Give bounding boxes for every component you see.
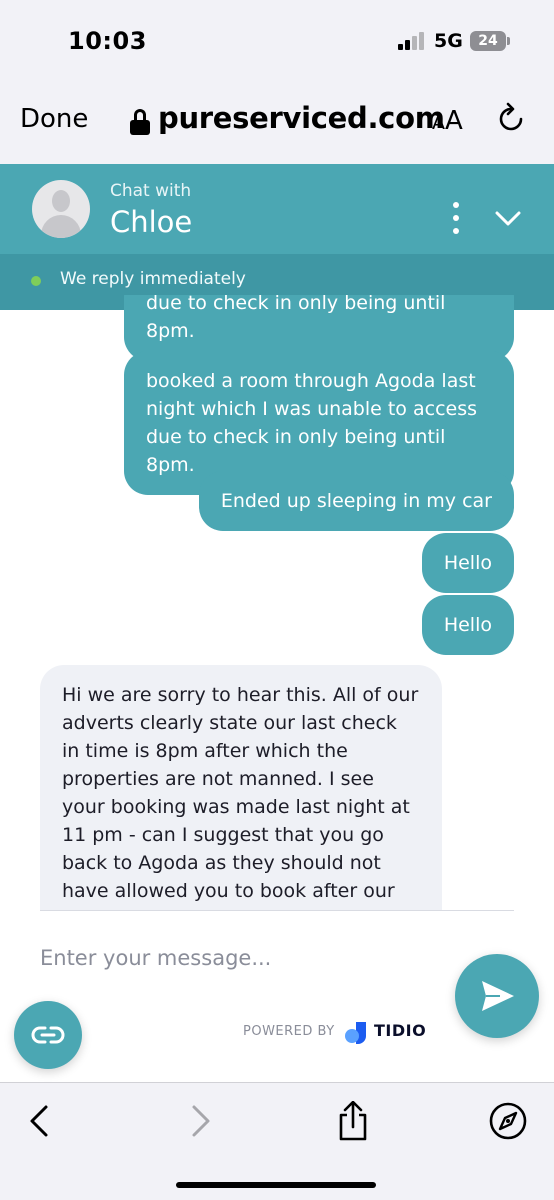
more-options-icon[interactable] [446, 202, 466, 234]
home-indicator [176, 1182, 376, 1188]
reply-status: We reply immediately [60, 269, 246, 289]
reload-icon[interactable] [494, 102, 528, 136]
tidio-logo-icon[interactable] [344, 1020, 368, 1044]
visitor-message: Hello [421, 533, 514, 593]
text-size-button[interactable]: AA [432, 106, 463, 136]
send-icon [482, 981, 514, 1011]
visitor-message: Ended up sleeping in my car [198, 471, 514, 531]
signal-icon [398, 32, 426, 50]
network-type: 5G [434, 30, 463, 52]
chat-with-label: Chat with [110, 181, 192, 201]
browser-address-bar: Done pureserviced.com AA [0, 84, 554, 164]
done-button[interactable]: Done [20, 104, 88, 134]
url-text[interactable]: pureserviced.com [158, 101, 445, 135]
back-icon[interactable] [20, 1101, 60, 1141]
chat-launcher-button[interactable] [14, 1001, 82, 1069]
lock-icon [130, 109, 150, 135]
chat-launcher-icon [31, 1026, 65, 1044]
clock: 10:03 [68, 27, 147, 55]
forward-icon[interactable] [180, 1101, 220, 1141]
powered-by-label: POWERED BY [243, 1024, 335, 1039]
status-bar: 10:03 5G 24 [0, 0, 554, 84]
share-icon[interactable] [333, 1101, 373, 1141]
composer-divider [40, 910, 514, 911]
chat-header: Chat with Chloe We reply immediately [0, 164, 554, 310]
agent-name: Chloe [110, 205, 193, 239]
send-button[interactable] [455, 954, 539, 1038]
agent-avatar [32, 180, 90, 238]
visitor-message: Hello [421, 595, 514, 655]
compass-icon[interactable] [488, 1101, 528, 1141]
agent-message: Hi we are sorry to hear this. All of our… [40, 665, 442, 910]
chevron-down-icon[interactable] [494, 204, 522, 232]
message-input[interactable] [40, 940, 440, 976]
battery-tip [507, 37, 510, 45]
tidio-brand[interactable]: TIDIO [374, 1021, 426, 1040]
battery-icon: 24 [470, 31, 506, 51]
message-list[interactable]: due to check in only being until 8pm. bo… [0, 295, 554, 910]
online-indicator [31, 276, 41, 286]
